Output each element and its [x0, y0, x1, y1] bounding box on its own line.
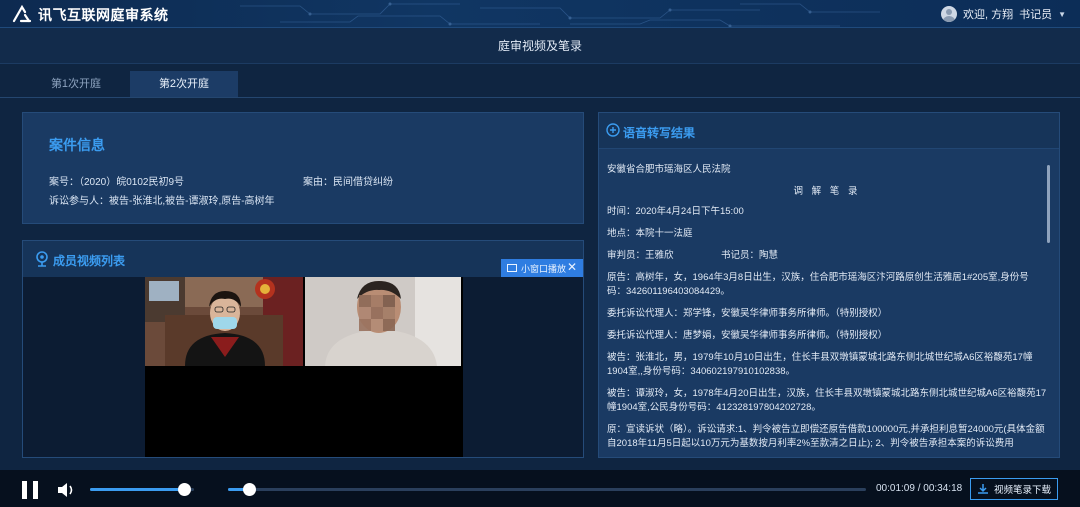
transcript-title: 语音转写结果 — [623, 126, 696, 140]
transcript-line: 审判员：王雅欣 书记员：陶慧 — [607, 250, 779, 261]
popout-window-button[interactable]: 小窗口播放 ✕ — [501, 259, 583, 277]
case-cause: 案由：民间借贷纠纷 — [303, 173, 393, 188]
case-number-value: （2020）皖0102民初9号 — [79, 177, 185, 188]
download-icon — [978, 484, 988, 494]
player-bar: 00:01:09 / 00:34:18 视频笔录下载 — [0, 470, 1080, 507]
case-cause-value: 民间借贷纠纷 — [333, 177, 393, 188]
speech-icon — [606, 123, 620, 137]
video-feed-judge[interactable] — [145, 277, 303, 366]
video-stage[interactable] — [145, 277, 463, 457]
case-parties-label: 诉讼参与人： — [49, 196, 109, 207]
progress-track[interactable] — [228, 488, 866, 491]
window-icon — [507, 264, 517, 272]
logo-icon — [12, 5, 32, 23]
case-number: 案号：（2020）皖0102民初9号 — [49, 173, 184, 188]
judge-video-frame — [145, 277, 303, 366]
download-button[interactable]: 视频笔录下载 — [970, 478, 1058, 500]
case-parties: 诉讼参与人：被告-张淮北,被告-谭淑玲,原告-高树年 — [49, 192, 275, 207]
top-bar: 讯飞互联网庭审系统 欢迎, 方翔 书记员 ▼ — [0, 0, 1080, 28]
transcript-body[interactable]: 安徽省合肥市瑶海区人民法院 调 解 笔 录 时间：2020年4月24日下午15:… — [607, 163, 1047, 455]
transcript-line: 委托诉讼代理人：郑学锋，安徽吴华律师事务所律师。（特别授权） — [607, 308, 888, 319]
transcript-line: 原告：高树年，女，1964年3月8日出生，汉族，住合肥市瑶海区汴河路原创生活雅居… — [607, 272, 1029, 297]
transcript-heading: 调 解 笔 录 — [793, 186, 861, 197]
case-cause-label: 案由： — [303, 177, 333, 188]
app-title: 讯飞互联网庭审系统 — [38, 7, 169, 23]
case-parties-value: 被告-张淮北,被告-谭淑玲,原告-高树年 — [109, 196, 275, 207]
volume-fill — [90, 488, 184, 491]
video-list-title: 成员视频列表 — [53, 254, 126, 268]
circuit-decoration — [240, 2, 880, 27]
tab-session-1[interactable]: 第1次开庭 — [22, 71, 130, 97]
webcam-icon — [36, 251, 48, 267]
transcript-line: 地点：本院十一法庭 — [607, 228, 693, 239]
download-label: 视频笔录下载 — [994, 485, 1052, 496]
progress-handle[interactable] — [243, 483, 257, 496]
transcript-line: 委托诉讼代理人：唐梦娟，安徽吴华律师事务所律师。（特别授权） — [607, 330, 888, 341]
transcript-line: 被告：谭淑玲，女，1978年4月20日出生，汉族，住长丰县双墩镇蒙城北路东侧北城… — [607, 388, 1047, 413]
close-icon[interactable]: ✕ — [567, 260, 577, 274]
transcript-line: 时间：2020年4月24日下午15:00 — [607, 206, 744, 217]
tab-divider — [0, 97, 1080, 98]
transcript-header: 语音转写结果 — [599, 113, 1059, 149]
pause-button[interactable] — [21, 481, 39, 499]
video-list-panel: 成员视频列表 小窗口播放 ✕ — [22, 240, 584, 458]
transcript-panel: 语音转写结果 安徽省合肥市瑶海区人民法院 调 解 笔 录 时间：2020年4月2… — [598, 112, 1060, 458]
pause-icon — [22, 481, 27, 499]
pause-icon — [33, 481, 38, 499]
transcript-court: 安徽省合肥市瑶海区人民法院 — [607, 164, 731, 175]
transcript-line: 原：宣读诉状（略）。诉讼请求:1、判令被告立即偿还原告借款100000元,并承担… — [607, 424, 1045, 449]
user-menu[interactable]: 欢迎, 方翔 书记员 ▼ — [940, 5, 1066, 23]
welcome-text: 欢迎, 方翔 — [962, 9, 1014, 21]
volume-icon[interactable] — [56, 481, 76, 499]
popout-label: 小窗口播放 — [521, 263, 567, 274]
transcript-scrollbar[interactable] — [1047, 165, 1050, 243]
session-tabs: 第1次开庭 第2次开庭 — [22, 71, 238, 97]
transcript-line: 被告：张淮北，男，1979年10月10日出生，住长丰县双墩镇蒙城北路东侧北城世纪… — [607, 352, 1033, 377]
chevron-down-icon: ▼ — [1058, 9, 1066, 19]
time-display: 00:01:09 / 00:34:18 — [876, 483, 963, 494]
volume-slider-handle[interactable] — [177, 483, 191, 496]
page-title: 庭审视频及笔录 — [0, 28, 1080, 64]
case-number-label: 案号： — [49, 177, 79, 188]
case-info-panel: 案件信息 案号：（2020）皖0102民初9号 案由：民间借贷纠纷 诉讼参与人：… — [22, 112, 584, 224]
avatar — [940, 6, 957, 22]
user-role: 书记员 — [1019, 9, 1053, 21]
party-video-frame — [305, 277, 461, 366]
case-info-title: 案件信息 — [49, 137, 105, 153]
video-feed-party[interactable] — [305, 277, 461, 366]
video-list-header: 成员视频列表 — [23, 241, 583, 277]
tab-session-2[interactable]: 第2次开庭 — [130, 71, 238, 97]
